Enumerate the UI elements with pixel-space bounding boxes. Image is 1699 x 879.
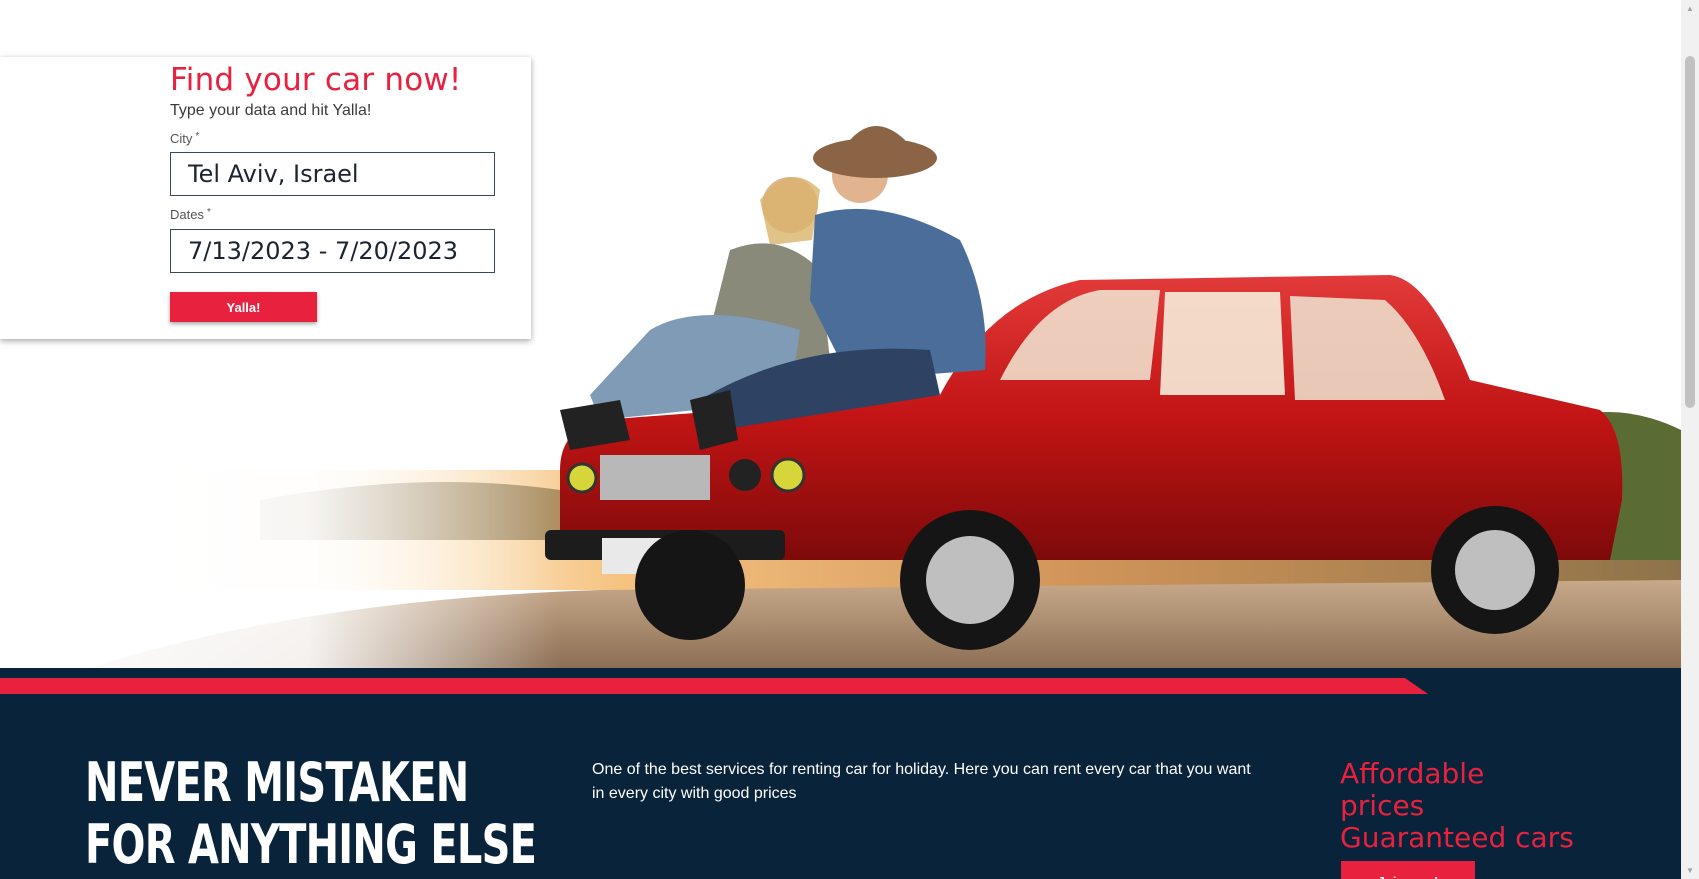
promo-line-2: prices bbox=[1340, 789, 1425, 822]
headline-line-2: FOR ANYTHING ELSE bbox=[85, 813, 537, 876]
page: Find your car now! Type your data and hi… bbox=[0, 0, 1681, 879]
search-title: Find your car now! bbox=[170, 62, 462, 98]
red-accent-band bbox=[0, 678, 1428, 694]
scroll-down-icon[interactable]: ▼ bbox=[1681, 862, 1699, 879]
city-field[interactable] bbox=[170, 152, 495, 196]
service-description: One of the best services for renting car… bbox=[592, 761, 1251, 802]
city-input[interactable] bbox=[171, 153, 494, 195]
headline-line-1: NEVER MISTAKEN bbox=[85, 751, 469, 814]
search-subtitle: Type your data and hit Yalla! bbox=[170, 102, 372, 119]
promo-line-3: Guaranteed cars bbox=[1340, 821, 1574, 854]
scroll-up-icon[interactable]: ▲ bbox=[1681, 0, 1699, 17]
scrollbar-thumb[interactable] bbox=[1685, 56, 1695, 408]
required-marker: * bbox=[195, 131, 200, 142]
promo-line-1: Affordable bbox=[1340, 757, 1485, 790]
city-label-text: City bbox=[170, 131, 193, 146]
city-label: City * bbox=[170, 131, 199, 146]
dates-label-text: Dates bbox=[170, 207, 204, 222]
promo-heading: Affordable prices Guaranteed cars bbox=[1340, 758, 1574, 854]
dates-label: Dates * bbox=[170, 207, 211, 222]
hero-section: Find your car now! Type your data and hi… bbox=[0, 0, 1681, 668]
join-now-button[interactable]: Join now! bbox=[1341, 861, 1475, 879]
required-marker: * bbox=[206, 207, 211, 218]
vertical-scrollbar[interactable]: ▲ ▼ bbox=[1681, 0, 1699, 879]
dates-input[interactable] bbox=[171, 230, 494, 272]
dates-field[interactable] bbox=[170, 229, 495, 273]
yalla-button[interactable]: Yalla! bbox=[170, 292, 317, 322]
headline: NEVER MISTAKEN FOR ANYTHING ELSE bbox=[85, 751, 537, 876]
